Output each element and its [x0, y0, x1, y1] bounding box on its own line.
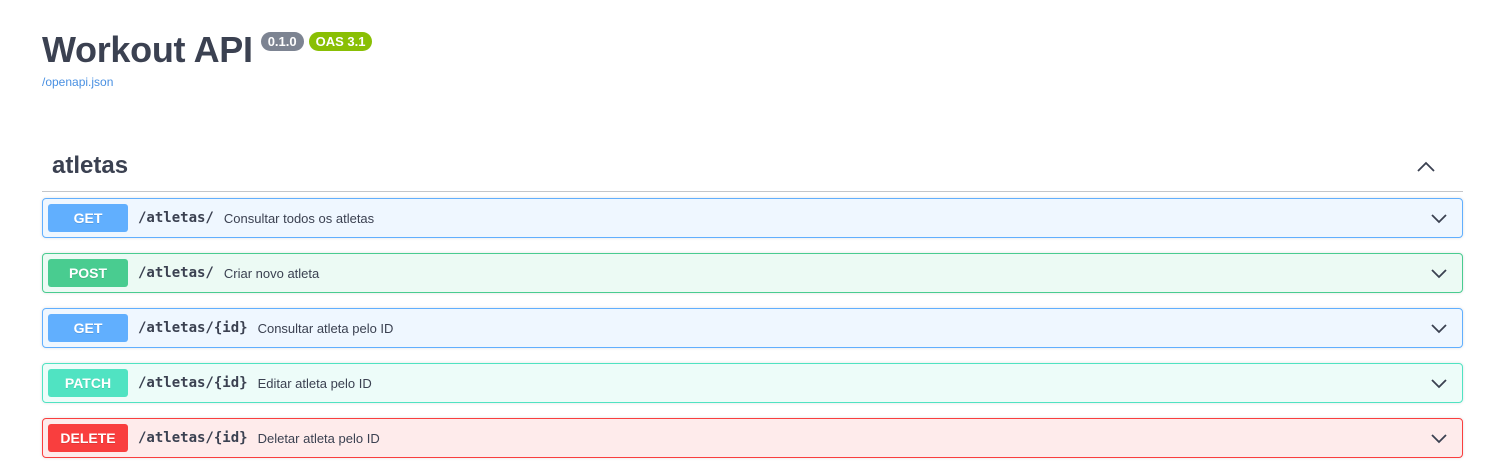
- api-info: Workout API 0.1.0 OAS 3.1 /openapi.json: [42, 28, 373, 91]
- operation-summary: Criar novo atleta: [223, 265, 320, 281]
- operations-list: GET /atletas/ Consultar todos os atletas…: [42, 192, 1463, 458]
- operation-get-atleta-by-id[interactable]: GET /atletas/{id} Consultar atleta pelo …: [42, 308, 1463, 348]
- tag-name: atletas: [52, 151, 129, 179]
- chevron-down-icon[interactable]: [1429, 263, 1449, 283]
- chevron-down-icon[interactable]: [1429, 428, 1449, 448]
- chevron-down-icon[interactable]: [1429, 373, 1449, 393]
- operation-path: /atletas/: [138, 210, 214, 226]
- operation-patch-atleta-by-id[interactable]: PATCH /atletas/{id} Editar atleta pelo I…: [42, 363, 1463, 403]
- operation-get-atletas[interactable]: GET /atletas/ Consultar todos os atletas: [42, 198, 1463, 238]
- method-badge: GET: [48, 314, 128, 342]
- operation-path: /atletas/: [138, 265, 214, 281]
- chevron-down-icon[interactable]: [1429, 208, 1449, 228]
- method-badge: POST: [48, 259, 128, 287]
- operation-summary: Consultar todos os atletas: [223, 210, 375, 226]
- chevron-up-icon[interactable]: [1415, 155, 1437, 177]
- operation-path: /atletas/{id}: [138, 320, 248, 336]
- operation-summary: Consultar atleta pelo ID: [257, 320, 394, 336]
- oas-badge: OAS 3.1: [308, 32, 373, 51]
- api-title: Workout API: [42, 29, 253, 70]
- tag-section-atletas: atletas GET /atletas/ Consultar todos os…: [42, 140, 1463, 473]
- operation-path: /atletas/{id}: [138, 375, 248, 391]
- method-badge: DELETE: [48, 424, 128, 452]
- operation-summary: Editar atleta pelo ID: [257, 375, 372, 391]
- operation-path: /atletas/{id}: [138, 430, 248, 446]
- operation-post-atletas[interactable]: POST /atletas/ Criar novo atleta: [42, 253, 1463, 293]
- openapi-json-link[interactable]: /openapi.json: [42, 75, 113, 89]
- version-badge: 0.1.0: [260, 32, 304, 51]
- title-row: Workout API 0.1.0 OAS 3.1: [42, 28, 373, 72]
- operation-summary: Deletar atleta pelo ID: [257, 430, 380, 446]
- operation-delete-atleta-by-id[interactable]: DELETE /atletas/{id} Deletar atleta pelo…: [42, 418, 1463, 458]
- method-badge: PATCH: [48, 369, 128, 397]
- method-badge: GET: [48, 204, 128, 232]
- tag-header[interactable]: atletas: [42, 140, 1463, 192]
- chevron-down-icon[interactable]: [1429, 318, 1449, 338]
